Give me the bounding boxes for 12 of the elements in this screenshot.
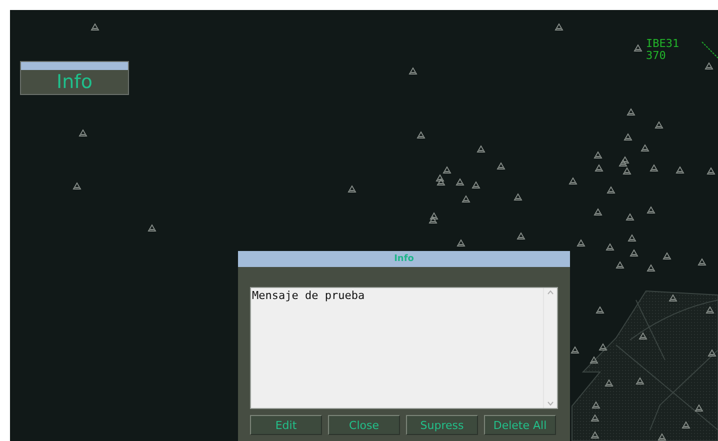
scroll-up-icon[interactable] [547, 290, 554, 295]
info-button[interactable]: Info [20, 61, 129, 95]
flight-callsign: IBE31 [646, 38, 680, 50]
flight-level: 370 [646, 50, 667, 62]
message-text: Mensaje de prueba [251, 288, 366, 304]
dialog-title: Info [394, 254, 414, 264]
scroll-down-icon[interactable] [547, 401, 554, 406]
dialog-button[interactable]: Edit [250, 415, 322, 435]
dialog-button[interactable]: Delete All [484, 415, 556, 435]
message-field[interactable]: Mensaje de prueba [250, 287, 558, 409]
dialog-button[interactable]: Supress [406, 415, 478, 435]
dialog-button[interactable]: Close [328, 415, 400, 435]
